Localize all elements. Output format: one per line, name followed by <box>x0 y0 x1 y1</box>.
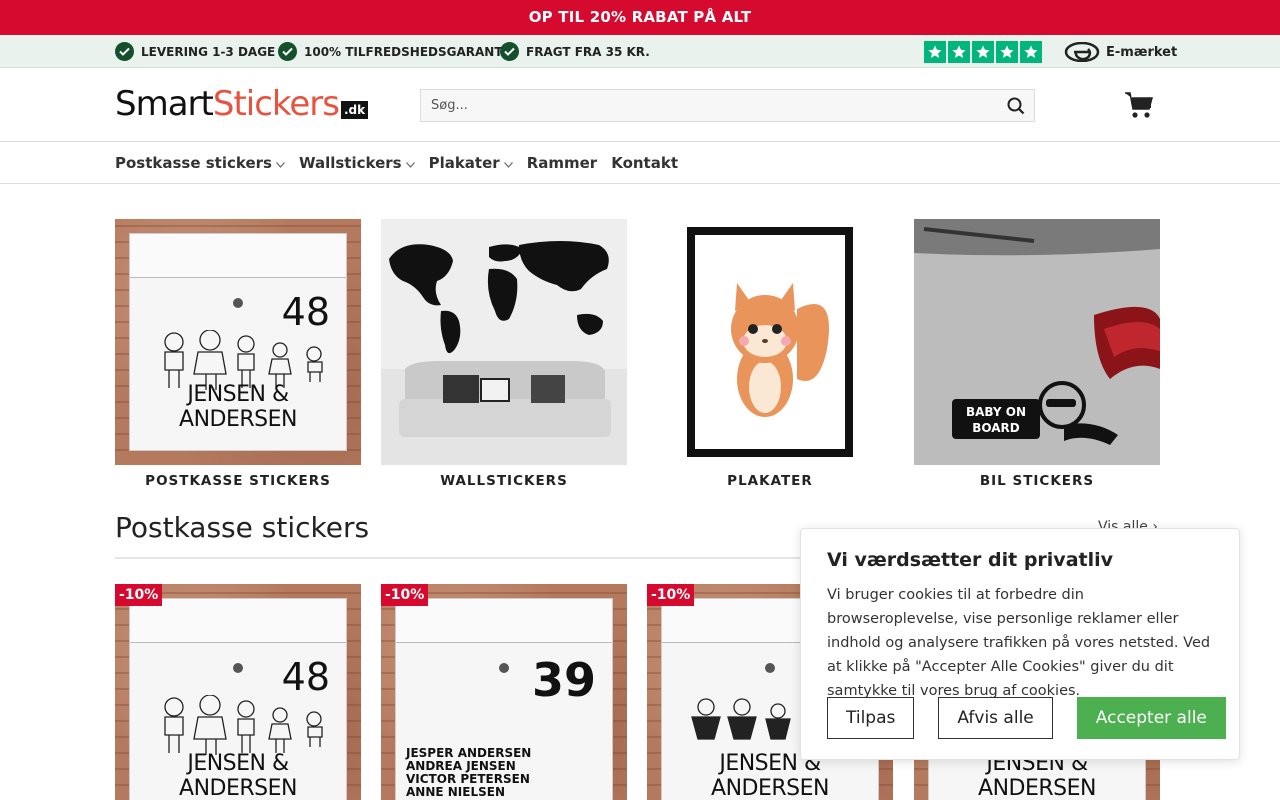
logo-smart: Smart <box>115 84 214 124</box>
name-line: ANNE NIELSEN <box>406 785 505 799</box>
check-icon <box>500 42 519 61</box>
discount-badge: -10% <box>647 584 695 606</box>
mailbox-illustration: 48 JENSEN & ANDERSEN <box>129 598 347 800</box>
baby-on-board-illustration: BABY ON BOARD <box>914 219 1160 465</box>
nav-item-kontakt[interactable]: Kontakt <box>611 154 678 172</box>
category-bilstickers[interactable]: BABY ON BOARD BIL STICKERS <box>914 219 1160 489</box>
cookie-consent-dialog: Vi værdsætter dit privatliv Vi bruger co… <box>800 528 1240 760</box>
category-label: POSTKASSE STICKERS <box>145 473 331 489</box>
nav-item-plakater[interactable]: Plakater <box>429 154 513 172</box>
nav-label: Wallstickers <box>298 153 402 172</box>
svg-text:BOARD: BOARD <box>972 421 1020 435</box>
mailbox-illustration: 39 JESPER ANDERSEN ANDREA JENSEN VICTOR … <box>395 598 613 800</box>
check-icon <box>278 42 297 61</box>
category-image-car: BABY ON BOARD <box>914 219 1160 465</box>
nav-label: Plakater <box>428 153 500 172</box>
nav-label: Rammer <box>526 153 598 172</box>
usp-item-guarantee: 100% TILFREDSHEDSGARANTI <box>278 35 507 68</box>
emark-icon <box>1064 42 1100 62</box>
cookie-buttons: Tilpas Afvis alle Accepter alle <box>827 697 1226 739</box>
mailbox-name-list: JESPER ANDERSEN ANDREA JENSEN VICTOR PET… <box>406 747 531 799</box>
check-icon <box>115 42 134 61</box>
promo-banner: OP TIL 20% RABAT PÅ ALT <box>0 0 1280 35</box>
mailbox-family-name: JENSEN & ANDERSEN <box>179 751 297 800</box>
search-icon[interactable] <box>998 90 1034 121</box>
category-image-worldmap <box>381 219 627 465</box>
logo-tld: .dk <box>341 101 369 119</box>
cookie-customize-button[interactable]: Tilpas <box>827 697 915 739</box>
category-image-mailbox: 48 JENSEN & ANDERSEN <box>115 219 361 465</box>
site-logo[interactable]: Smart Stickers .dk <box>115 84 369 124</box>
main-nav: Postkasse stickers Wallstickers Plakater Ra… <box>0 142 1280 184</box>
site-header: Smart Stickers .dk <box>0 68 1280 142</box>
star-icon <box>924 41 946 63</box>
category-label: PLAKATER <box>727 473 813 489</box>
search-input[interactable] <box>421 90 998 121</box>
category-wallstickers[interactable]: WALLSTICKERS <box>381 219 627 489</box>
category-image-poster <box>647 219 893 465</box>
squirrel-poster-illustration <box>687 227 853 457</box>
cookie-text: Vi bruger cookies til at forbedre din br… <box>827 587 1211 699</box>
category-label: WALLSTICKERS <box>440 473 568 489</box>
chevron-down-icon <box>405 154 415 172</box>
category-postkasse[interactable]: 48 JENSEN & ANDERSEN POSTKASSE STICKERS <box>115 219 361 489</box>
usp-item-shipping: FRAGT FRA 35 KR. <box>500 35 650 68</box>
discount-badge: -10% <box>115 584 163 606</box>
star-icon <box>1020 41 1042 63</box>
usp-label: FRAGT FRA 35 KR. <box>526 44 650 59</box>
world-map-illustration <box>381 241 627 465</box>
star-icon <box>948 41 970 63</box>
star-icon <box>996 41 1018 63</box>
logo-stickers: Stickers <box>212 84 340 124</box>
cookie-reject-button[interactable]: Afvis alle <box>938 697 1053 739</box>
chevron-down-icon <box>503 154 513 172</box>
chevron-down-icon <box>276 154 285 172</box>
discount-badge: -10% <box>381 584 429 606</box>
product-card[interactable]: -10% 39 JESPER ANDERSEN ANDREA JENSEN VI… <box>381 584 627 800</box>
category-plakater[interactable]: PLAKATER <box>647 219 893 489</box>
mailbox-number: 48 <box>281 290 330 334</box>
cart-icon[interactable] <box>1124 90 1154 120</box>
product-card[interactable]: -10% 48 JENSEN & ANDERSEN <box>115 584 361 800</box>
usp-label: LEVERING 1-3 DAGE <box>141 44 276 59</box>
emark-badge[interactable]: E-mærket <box>1064 41 1177 63</box>
emark-label: E-mærket <box>1106 44 1178 60</box>
nav-item-postkasse-stickers[interactable]: Postkasse stickers <box>115 154 285 172</box>
mailbox-family-name: JENSEN & ANDERSEN <box>179 382 297 432</box>
usp-label: 100% TILFREDSHEDSGARANTI <box>304 44 507 59</box>
usp-bar: LEVERING 1-3 DAGE 100% TILFREDSHEDSGARAN… <box>0 35 1280 68</box>
section-title: Postkasse stickers <box>115 511 370 544</box>
nav-label: Postkasse stickers <box>115 153 272 172</box>
search-box <box>420 89 1035 122</box>
mailbox-number: 39 <box>531 653 596 707</box>
usp-item-delivery: LEVERING 1-3 DAGE <box>115 35 275 68</box>
cookie-accept-button[interactable]: Accepter alle <box>1076 697 1226 739</box>
svg-text:BABY ON: BABY ON <box>966 405 1026 419</box>
mailbox-number: 48 <box>281 655 330 699</box>
nav-label: Kontakt <box>611 153 678 172</box>
cookie-title: Vi værdsætter dit privatliv <box>827 549 1114 571</box>
nav-item-rammer[interactable]: Rammer <box>527 154 598 172</box>
nav-item-wallstickers[interactable]: Wallstickers <box>299 154 415 172</box>
star-icon <box>972 41 994 63</box>
trustpilot-rating[interactable] <box>924 41 1042 63</box>
mailbox-illustration: 48 JENSEN & ANDERSEN <box>129 233 347 451</box>
category-label: BIL STICKERS <box>979 473 1095 489</box>
